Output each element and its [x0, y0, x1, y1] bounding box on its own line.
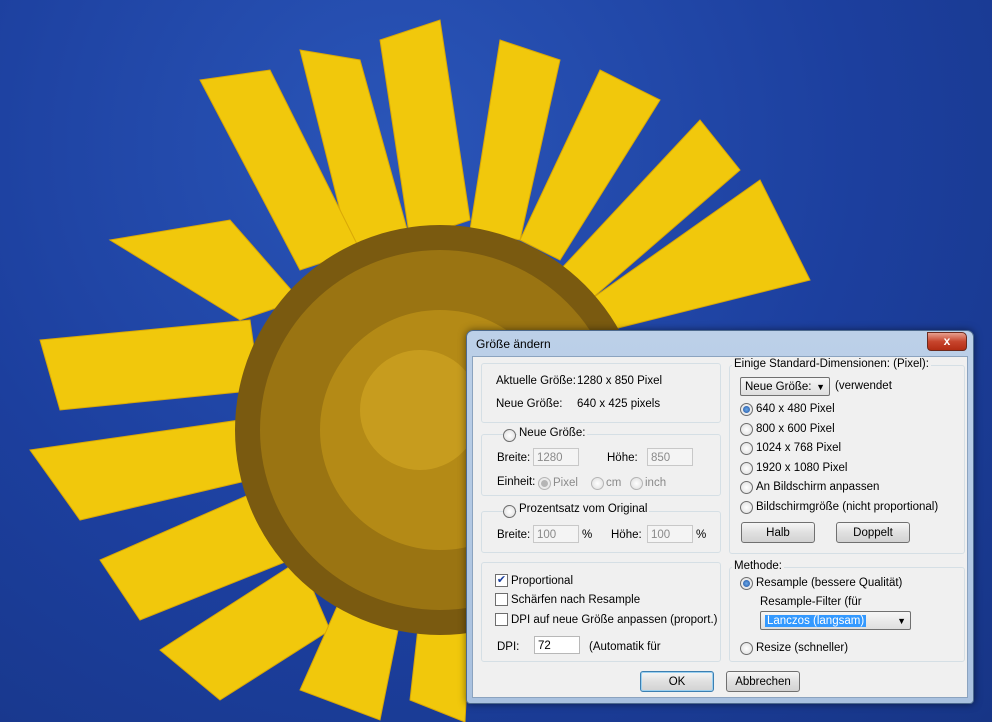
size-640-label: 640 x 480 Pixel [756, 403, 835, 415]
chevron-down-icon: ▼ [897, 616, 906, 626]
unit-label: Einheit: [497, 476, 536, 488]
resize-dialog: Größe ändern x Aktuelle Größe: 1280 x 85… [466, 330, 974, 704]
height-input[interactable]: 850 [647, 448, 693, 466]
standard-size-dropdown[interactable]: Neue Größe: ▼ [740, 377, 830, 396]
percent-width-unit: % [582, 529, 593, 541]
resample-radio[interactable] [740, 577, 753, 590]
new-size-label: Neue Größe: [496, 398, 563, 410]
size-1024-radio[interactable] [740, 442, 753, 455]
size-info-box [481, 363, 721, 423]
standard-dimensions-title: Einige Standard-Dimensionen: (Pixel): [732, 358, 931, 370]
close-button[interactable]: x [927, 332, 967, 351]
resample-label: Resample (bessere Qualität) [756, 577, 903, 589]
size-1920-radio[interactable] [740, 462, 753, 475]
new-size-radio[interactable] [503, 429, 516, 442]
current-size-value: 1280 x 850 Pixel [577, 375, 663, 387]
percent-height-input[interactable]: 100 [647, 525, 693, 543]
proportional-label: Proportional [511, 575, 574, 587]
size-800-label: 800 x 600 Pixel [756, 423, 835, 435]
half-button[interactable]: Halb [741, 522, 815, 543]
size-1920-label: 1920 x 1080 Pixel [756, 462, 848, 474]
resize-radio[interactable] [740, 642, 753, 655]
dpi-adjust-label: DPI auf neue Größe anpassen (proport.) [511, 614, 718, 626]
double-button[interactable]: Doppelt [836, 522, 910, 543]
standard-used-note: (verwendet [835, 380, 892, 392]
current-size-label: Aktuelle Größe: [496, 375, 576, 387]
percent-height-label: Höhe: [611, 529, 642, 541]
percent-width-input[interactable]: 100 [533, 525, 579, 543]
new-size-value: 640 x 425 pixels [577, 398, 661, 410]
chevron-down-icon: ▼ [816, 382, 825, 392]
method-title: Methode: [732, 560, 784, 572]
fit-screen-label: An Bildschirm anpassen [756, 481, 880, 493]
height-label: Höhe: [607, 452, 638, 464]
unit-pixel-radio[interactable] [538, 477, 551, 490]
screen-size-radio[interactable] [740, 501, 753, 514]
dpi-label: DPI: [497, 641, 520, 653]
screen-size-label: Bildschirmgröße (nicht proportional) [756, 501, 939, 513]
size-640-radio[interactable] [740, 403, 753, 416]
standard-size-dropdown-value: Neue Größe: [745, 381, 812, 393]
size-1024-label: 1024 x 768 Pixel [756, 442, 842, 454]
sharpen-checkbox[interactable] [495, 593, 508, 606]
cancel-button[interactable]: Abbrechen [726, 671, 800, 692]
proportional-checkbox[interactable]: ✔ [495, 574, 508, 587]
sharpen-label: Schärfen nach Resample [511, 594, 641, 606]
unit-inch-radio[interactable] [630, 477, 643, 490]
dpi-note: (Automatik für [589, 641, 661, 653]
filter-dropdown-value: Lanczos (langsam) [765, 615, 867, 627]
filter-label: Resample-Filter (für [760, 596, 862, 608]
width-input[interactable]: 1280 [533, 448, 579, 466]
unit-pixel-label: Pixel [553, 477, 578, 489]
dialog-title: Größe ändern [476, 337, 551, 351]
percent-radio-label: Prozentsatz vom Original [517, 503, 650, 515]
unit-cm-radio[interactable] [591, 477, 604, 490]
new-size-radio-label: Neue Größe: [517, 427, 588, 439]
unit-cm-label: cm [606, 477, 622, 489]
width-label: Breite: [497, 452, 531, 464]
dpi-input[interactable]: 72 [534, 636, 580, 654]
percent-width-label: Breite: [497, 529, 531, 541]
percent-height-unit: % [696, 529, 707, 541]
filter-dropdown[interactable]: Lanczos (langsam) ▼ [760, 611, 911, 630]
dpi-adjust-checkbox[interactable] [495, 613, 508, 626]
dialog-client-area: Aktuelle Größe: 1280 x 850 Pixel Neue Gr… [472, 356, 968, 698]
size-800-radio[interactable] [740, 423, 753, 436]
fit-screen-radio[interactable] [740, 481, 753, 494]
ok-button[interactable]: OK [640, 671, 714, 692]
percent-radio[interactable] [503, 505, 516, 518]
unit-inch-label: inch [645, 477, 667, 489]
resize-label: Resize (schneller) [756, 642, 849, 654]
